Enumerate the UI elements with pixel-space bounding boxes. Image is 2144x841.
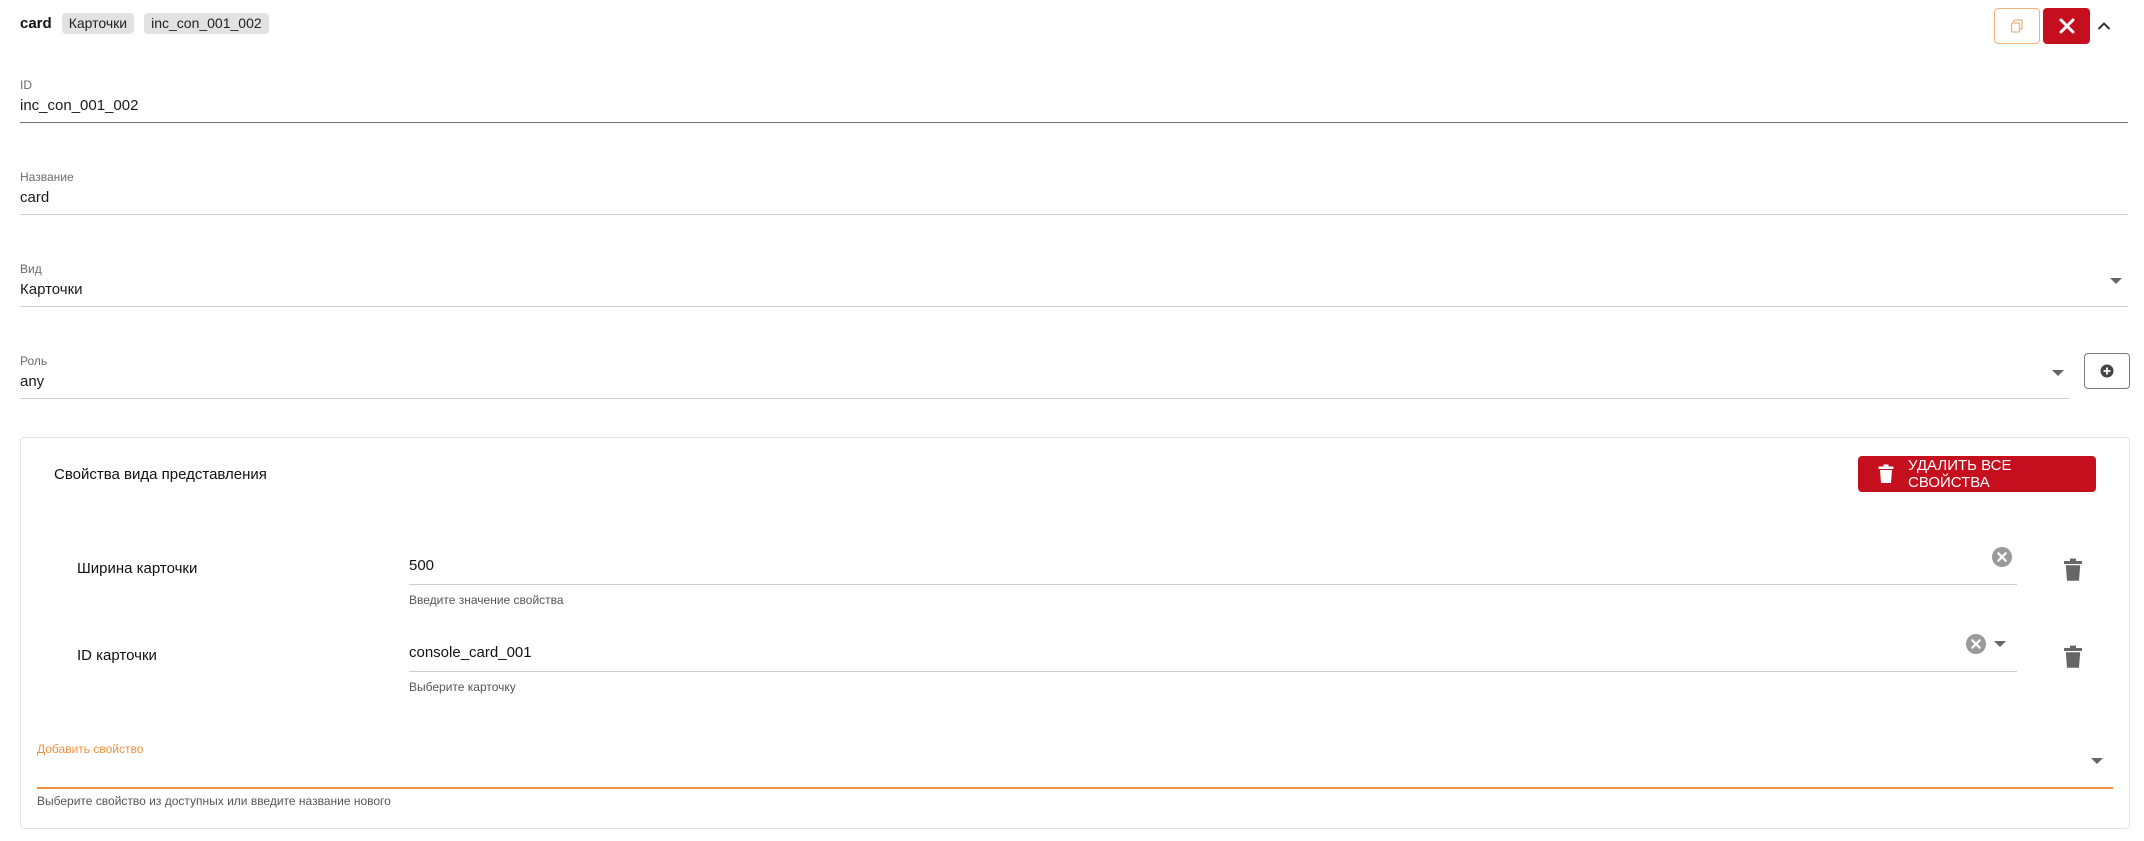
properties-title: Свойства вида представления bbox=[54, 466, 267, 483]
view-label: Вид bbox=[20, 262, 42, 276]
add-property-helper: Выберите свойство из доступных или введи… bbox=[37, 794, 391, 808]
property-helper: Выберите карточку bbox=[409, 680, 516, 694]
trash-icon bbox=[1878, 464, 1894, 484]
dropdown-arrow-icon[interactable] bbox=[2091, 758, 2103, 764]
collapse-button[interactable] bbox=[2092, 12, 2116, 40]
clear-circle-icon[interactable] bbox=[1966, 634, 1986, 654]
trash-icon[interactable] bbox=[2063, 645, 2083, 669]
property-value-input[interactable]: 500 bbox=[409, 557, 434, 574]
dropdown-arrow-icon[interactable] bbox=[2110, 278, 2122, 284]
delete-all-label: УДАЛИТЬ ВСЕ СВОЙСТВА bbox=[1908, 457, 2012, 491]
name-value[interactable]: card bbox=[20, 189, 2128, 206]
dropdown-arrow-icon[interactable] bbox=[2052, 370, 2064, 376]
add-role-button[interactable] bbox=[2084, 353, 2130, 389]
name-underline bbox=[20, 214, 2128, 215]
trash-icon[interactable] bbox=[2063, 558, 2083, 582]
role-value[interactable]: any bbox=[20, 373, 2070, 390]
add-property-input[interactable] bbox=[37, 758, 2113, 786]
add-property-label: Добавить свойство bbox=[37, 742, 144, 756]
property-name-card-id: ID карточки bbox=[77, 647, 157, 664]
plus-circle-icon bbox=[2100, 364, 2114, 378]
id-value[interactable]: inc_con_001_002 bbox=[20, 97, 2128, 114]
add-property-underline bbox=[37, 787, 2113, 789]
copy-button[interactable] bbox=[1994, 8, 2040, 44]
id-underline bbox=[20, 122, 2128, 123]
clear-circle-icon[interactable] bbox=[1992, 547, 2012, 567]
dropdown-arrow-icon[interactable] bbox=[1994, 641, 2006, 647]
property-helper: Введите значение свойства bbox=[409, 593, 564, 607]
header-title: card bbox=[20, 14, 52, 32]
properties-panel: Свойства вида представления УДАЛИТЬ ВСЕ … bbox=[20, 437, 2130, 829]
close-icon bbox=[2059, 18, 2074, 34]
property-name-width: Ширина карточки bbox=[77, 560, 198, 577]
role-select[interactable]: Роль any bbox=[20, 354, 2070, 400]
delete-all-properties-button[interactable]: УДАЛИТЬ ВСЕ СВОЙСТВА bbox=[1858, 456, 2096, 492]
property-underline bbox=[409, 584, 2017, 585]
view-underline bbox=[20, 306, 2128, 307]
view-select[interactable]: Вид Карточки bbox=[20, 262, 2128, 308]
chevron-up-icon bbox=[2097, 22, 2111, 30]
type-chip: Карточки bbox=[61, 12, 135, 34]
name-label: Название bbox=[20, 170, 74, 184]
copy-icon bbox=[2010, 19, 2023, 33]
property-value-select[interactable]: console_card_001 bbox=[409, 644, 532, 661]
role-underline bbox=[20, 398, 2070, 399]
close-button[interactable] bbox=[2043, 8, 2090, 44]
role-label: Роль bbox=[20, 354, 48, 368]
view-value[interactable]: Карточки bbox=[20, 281, 2128, 298]
property-underline bbox=[409, 671, 2017, 672]
name-field[interactable]: Название card bbox=[20, 170, 2128, 216]
id-field[interactable]: ID inc_con_001_002 bbox=[20, 78, 2128, 124]
id-chip: inc_con_001_002 bbox=[144, 12, 269, 34]
header: card Карточки inc_con_001_002 bbox=[20, 12, 269, 34]
id-label: ID bbox=[20, 78, 32, 92]
